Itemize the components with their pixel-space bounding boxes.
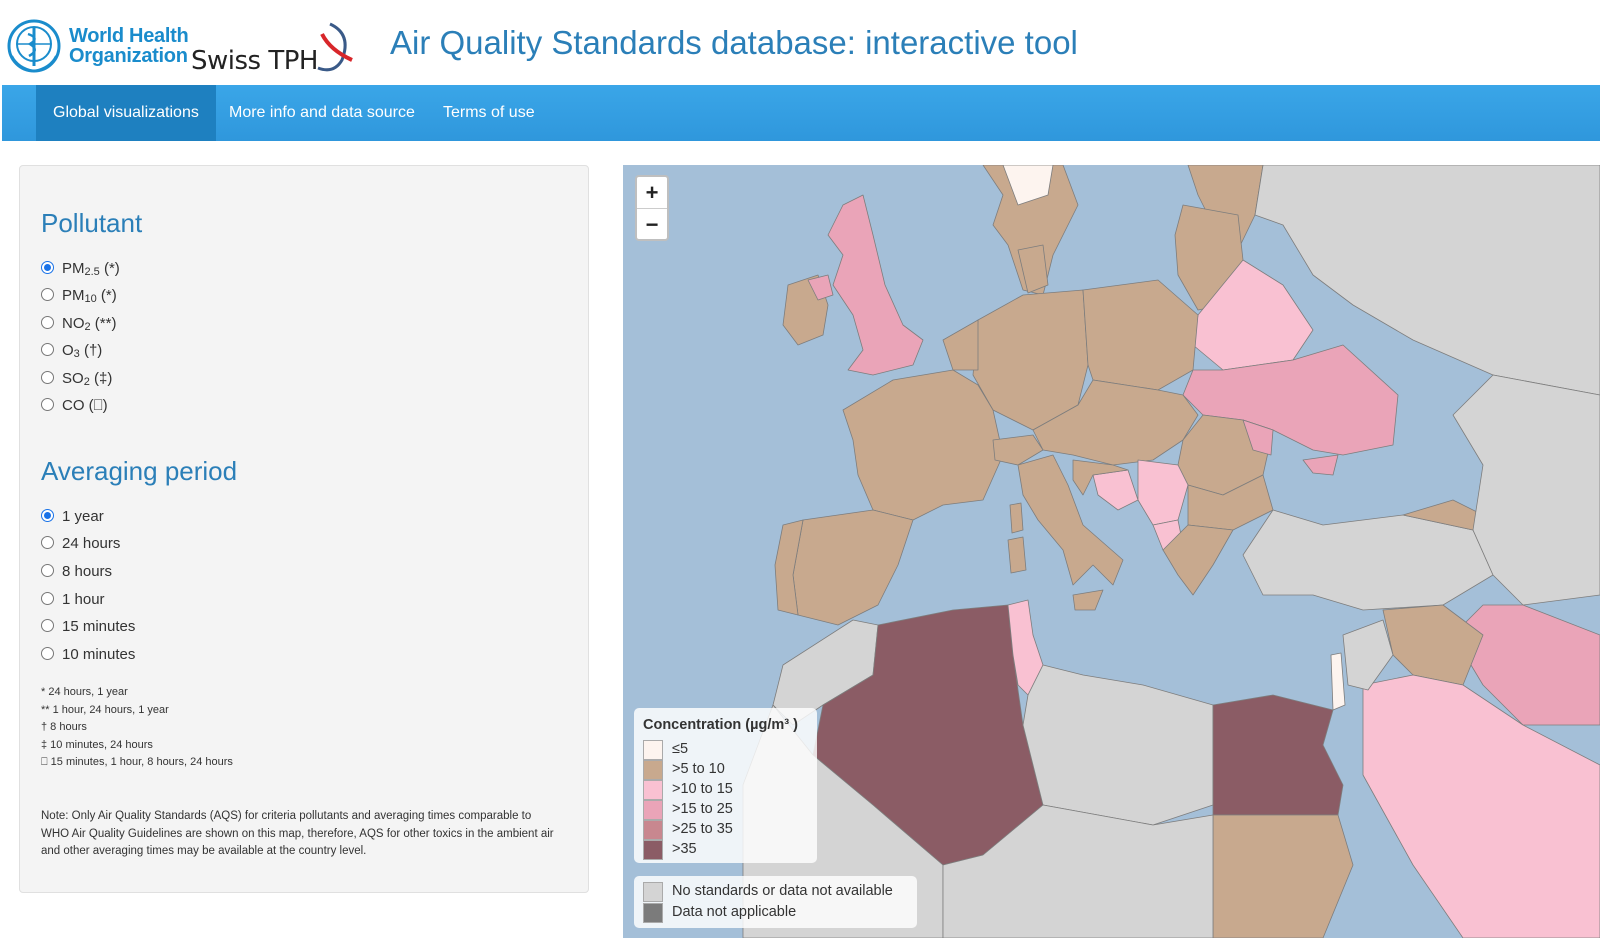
country-bosnia (1092, 469, 1139, 511)
country-sudan (1212, 814, 1354, 938)
radio-button[interactable] (41, 563, 54, 577)
averaging-period-title: Averaging period (41, 456, 238, 486)
availability-legend: No standards or data not available Data … (634, 876, 917, 928)
who-emblem-icon (7, 19, 61, 73)
sidebar-panel: Pollutant PM2.5 (*) PM10 (*) NO2 (**) O3… (19, 165, 589, 893)
radio-button[interactable] (41, 260, 54, 274)
footnote-line: ‡ 10 minutes, 24 hours (41, 738, 153, 751)
radio-button[interactable] (41, 591, 54, 605)
country-sardinia (1007, 536, 1027, 574)
zoom-control: + − (635, 175, 669, 241)
country-france (842, 369, 1004, 521)
legend-swatch (643, 760, 663, 780)
legend-swatch (643, 903, 663, 923)
pollutant-option-no2[interactable]: NO2 (**) (41, 314, 116, 334)
period-option-1-hour[interactable]: 1 hour (41, 590, 105, 610)
pollutant-option-pm10[interactable]: PM10 (*) (41, 286, 117, 306)
page-title: Air Quality Standards database: interact… (390, 24, 1078, 61)
who-logo-text: World Health Organization (69, 25, 189, 67)
radio-button[interactable] (41, 287, 54, 301)
zoom-in-button[interactable]: + (637, 177, 667, 209)
pollutant-option-o3[interactable]: O3 (†) (41, 341, 102, 361)
pollutant-option-so2[interactable]: SO2 (‡) (41, 369, 112, 389)
aqs-note: Note: Only Air Quality Standards (AQS) f… (41, 810, 554, 857)
radio-button[interactable] (41, 315, 54, 329)
legend-title: Concentration (µg/m³ ) (643, 717, 798, 733)
country-crimea (1302, 454, 1339, 476)
legend-swatch (643, 840, 663, 860)
country-iraq (1382, 604, 1484, 686)
period-option-1-year[interactable]: 1 year (41, 507, 104, 527)
radio-button[interactable] (41, 342, 54, 356)
country-benelux (942, 319, 979, 371)
radio-button[interactable] (41, 370, 54, 384)
pollutant-title: Pollutant (41, 208, 143, 238)
footnote-line: ** 1 hour, 24 hours, 1 year (41, 703, 169, 716)
radio-button[interactable] (41, 508, 54, 522)
country-egypt (1212, 694, 1344, 816)
pollutant-option-pm25[interactable]: PM2.5 (*) (41, 259, 120, 279)
legend-swatch (643, 800, 663, 820)
legend-swatch (643, 780, 663, 800)
period-option-8-hours[interactable]: 8 hours (41, 562, 112, 582)
country-corsica (1009, 502, 1024, 534)
concentration-legend: Concentration (µg/m³ ) ≤5 >5 to 10 >10 t… (634, 708, 817, 863)
period-option-24-hours[interactable]: 24 hours (41, 534, 120, 554)
footnote-line: * 24 hours, 1 year (41, 686, 128, 698)
tab-global-visualizations[interactable]: Global visualizations (36, 85, 216, 141)
legend-swatch (643, 882, 663, 902)
footnotes: * 24 hours, 1 year ** 1 hour, 24 hours, … (41, 684, 233, 772)
tab-terms-of-use[interactable]: Terms of use (426, 85, 552, 141)
zoom-out-button[interactable]: − (637, 209, 667, 240)
footnote-line: ⎕ 15 minutes, 1 hour, 8 hours, 24 hours (41, 756, 233, 768)
header: World Health Organization Swiss TPH Air … (0, 0, 1600, 84)
pollutant-option-co[interactable]: CO (⎕) (41, 396, 108, 416)
tab-more-info[interactable]: More info and data source (212, 85, 432, 141)
country-sicily (1072, 589, 1104, 611)
country-poland (1082, 279, 1199, 391)
swiss-tph-logo-text: Swiss TPH (191, 46, 318, 76)
country-libya (1022, 664, 1214, 826)
country-levant (1342, 619, 1394, 691)
radio-button[interactable] (41, 397, 54, 411)
navbar: Global visualizations More info and data… (2, 85, 1600, 141)
period-option-15-minutes[interactable]: 15 minutes (41, 617, 135, 637)
radio-button[interactable] (41, 618, 54, 632)
legend-swatch (643, 820, 663, 840)
swiss-tph-swoosh-icon (317, 22, 353, 72)
choropleth-map[interactable]: + − Concentration (µg/m³ ) ≤5 >5 to 10 >… (623, 165, 1600, 938)
footnote-line: † 8 hours (41, 721, 87, 733)
radio-button[interactable] (41, 535, 54, 549)
country-spain (792, 509, 914, 626)
radio-button[interactable] (41, 646, 54, 660)
legend-swatch (643, 740, 663, 760)
period-option-10-minutes[interactable]: 10 minutes (41, 645, 135, 665)
country-uk (827, 194, 924, 376)
country-israel (1330, 652, 1346, 711)
country-serbia (1137, 459, 1189, 526)
